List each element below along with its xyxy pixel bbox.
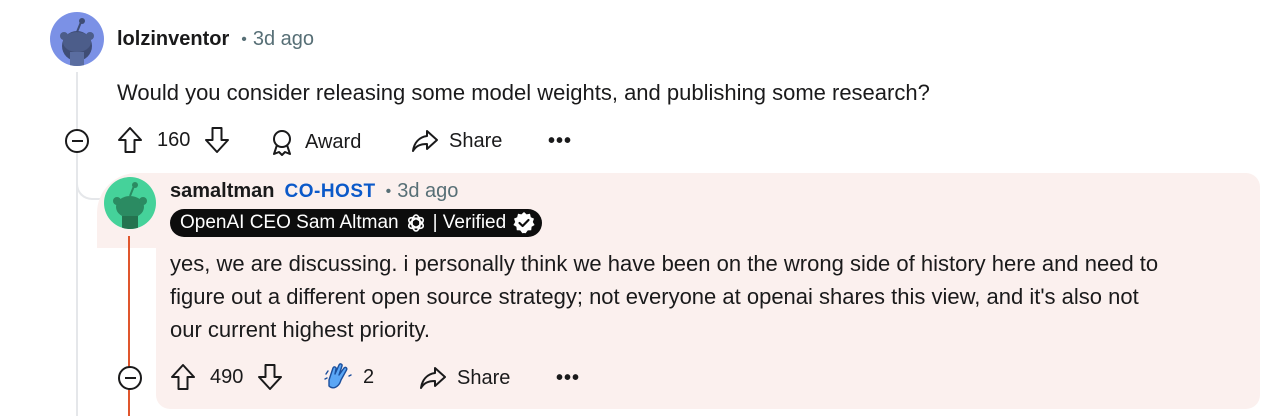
- flair-text: OpenAI CEO Sam Altman: [180, 212, 399, 233]
- reply-body: yes, we are discussing. i personally thi…: [170, 247, 1158, 346]
- thread-connector: [76, 158, 104, 200]
- separator-dot: •: [241, 30, 247, 48]
- username[interactable]: lolzinventor: [117, 28, 229, 51]
- upvote-icon[interactable]: [117, 126, 143, 154]
- flair-verified-text: | Verified: [432, 212, 507, 233]
- timestamp[interactable]: 3d ago: [253, 28, 314, 51]
- separator-dot: •: [385, 182, 392, 200]
- thread-line: [76, 72, 78, 416]
- award-icon: [269, 128, 295, 156]
- downvote-icon[interactable]: [204, 126, 230, 154]
- award-label: Award: [305, 130, 362, 153]
- reply-timestamp[interactable]: 3d ago: [397, 180, 458, 203]
- verified-check-icon: [512, 211, 536, 235]
- collapse-icon: [71, 140, 83, 142]
- vote-group: 160: [117, 126, 230, 154]
- reply-avatar[interactable]: [104, 177, 156, 229]
- reply-body-line: yes, we are discussing. i personally thi…: [170, 251, 1159, 276]
- reply-username[interactable]: samaltman: [170, 180, 275, 203]
- avatar[interactable]: [50, 12, 104, 66]
- share-icon: [411, 128, 439, 154]
- upvote-icon[interactable]: [170, 363, 196, 391]
- reply-share-button[interactable]: Share: [419, 365, 510, 391]
- award-count: 2: [363, 365, 375, 388]
- user-flair: OpenAI CEO Sam Altman | Verified: [170, 209, 543, 237]
- openai-logo-icon: [405, 212, 427, 234]
- award-button[interactable]: Award: [269, 128, 361, 156]
- reply-vote-count: 490: [210, 365, 244, 388]
- award-button[interactable]: 2: [323, 362, 374, 392]
- share-label: Share: [449, 129, 503, 152]
- clap-hands-icon: [323, 362, 353, 392]
- vote-count: 160: [157, 128, 191, 151]
- reply-header: samaltman CO-HOST • 3d ago: [170, 180, 458, 203]
- comment-body: Would you consider releasing some model …: [117, 80, 930, 105]
- share-icon: [419, 365, 447, 391]
- comment-header: lolzinventor • 3d ago: [117, 28, 314, 51]
- downvote-icon[interactable]: [257, 363, 283, 391]
- cohost-badge: CO-HOST: [284, 180, 376, 202]
- more-icon[interactable]: •••: [548, 130, 572, 153]
- collapse-button[interactable]: [65, 129, 89, 153]
- more-icon[interactable]: •••: [556, 367, 580, 390]
- reply-vote-group: 490: [170, 363, 283, 391]
- collapse-icon: [124, 377, 136, 379]
- share-button[interactable]: Share: [411, 128, 502, 154]
- reply-body-line: our current highest priority.: [170, 317, 431, 342]
- share-label: Share: [457, 366, 511, 389]
- reply-collapse-button[interactable]: [118, 366, 142, 390]
- reply-body-line: figure out a different open source strat…: [170, 284, 1139, 309]
